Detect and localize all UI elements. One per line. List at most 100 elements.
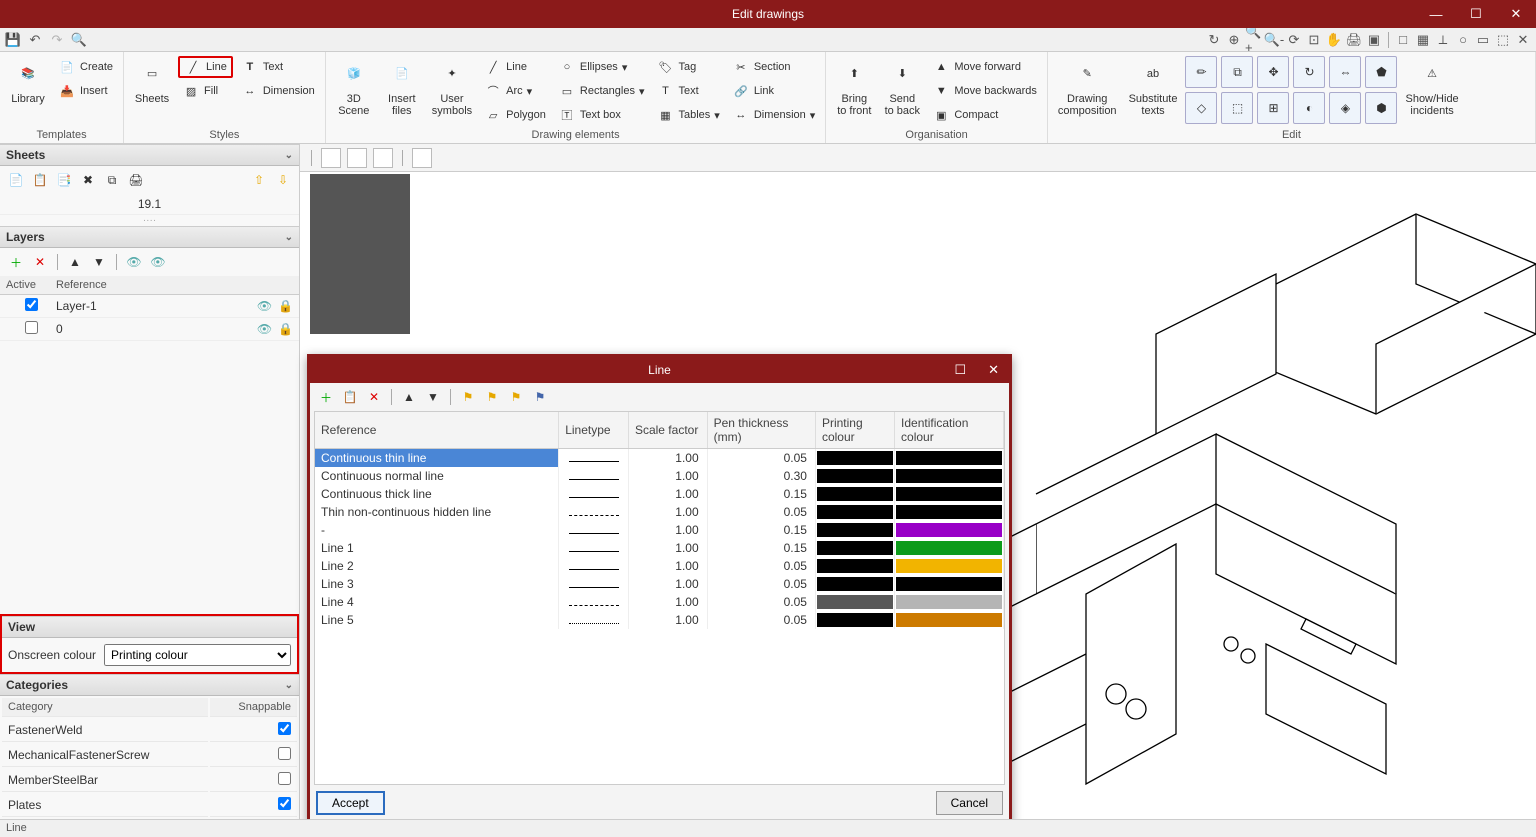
flag-icon[interactable]: ⚑ [506, 387, 526, 407]
sheet-tool-icon[interactable]: 🖨 [126, 170, 146, 190]
sheets-panel-header[interactable]: Sheets⌄ [0, 144, 299, 166]
insert-button[interactable]: 📥Insert [54, 80, 117, 102]
printing-colour-cell[interactable] [815, 521, 894, 539]
view-icon[interactable]: ▦ [1414, 31, 1432, 49]
maximize-button[interactable]: ☐ [1456, 0, 1496, 28]
polygon-tool-button[interactable]: ▱Polygon [480, 104, 550, 126]
send-back-button[interactable]: ⬇Send to back [880, 56, 924, 126]
edit-tool-icon[interactable]: ⇔ [1329, 56, 1361, 88]
pen-cell[interactable]: 0.05 [707, 575, 815, 593]
linetype-cell[interactable] [559, 521, 629, 539]
identification-colour-cell[interactable] [895, 575, 1004, 593]
zoom-fit-icon[interactable]: ⊡ [1305, 31, 1323, 49]
column-header[interactable]: Identification colour [895, 412, 1004, 449]
layer-active-checkbox[interactable] [25, 298, 38, 311]
identification-colour-cell[interactable] [895, 611, 1004, 629]
copy-icon[interactable]: 📋 [340, 387, 360, 407]
refresh-icon[interactable]: ⟳ [1285, 31, 1303, 49]
search-icon[interactable]: 🔍 [70, 31, 88, 49]
pen-cell[interactable]: 0.05 [707, 611, 815, 629]
line-style-row[interactable]: - 1.00 0.15 [315, 521, 1004, 539]
move-forward-button[interactable]: ▲Move forward [928, 56, 1041, 78]
identification-colour-cell[interactable] [895, 539, 1004, 557]
dialog-maximize-button[interactable]: ☐ [948, 362, 972, 378]
line-style-row[interactable]: Line 1 1.00 0.15 [315, 539, 1004, 557]
line-style-row[interactable]: Line 4 1.00 0.05 [315, 593, 1004, 611]
column-header[interactable]: Printing colour [815, 412, 894, 449]
view-icon[interactable]: ⬚ [1494, 31, 1512, 49]
pan-icon[interactable]: ✋ [1325, 31, 1343, 49]
pen-cell[interactable]: 0.15 [707, 521, 815, 539]
minimize-button[interactable]: — [1416, 0, 1456, 28]
flag-icon[interactable]: ⚑ [458, 387, 478, 407]
canvas-tool-icon[interactable] [373, 148, 393, 168]
window-icon[interactable]: ▣ [1365, 31, 1383, 49]
linetype-cell[interactable] [559, 503, 629, 521]
linetype-cell[interactable] [559, 485, 629, 503]
up-icon[interactable]: ▲ [65, 252, 85, 272]
printing-colour-cell[interactable] [815, 593, 894, 611]
sheet-tool-icon[interactable]: ⧉ [102, 170, 122, 190]
category-row[interactable]: Plates [2, 794, 297, 817]
ellipses-tool-button[interactable]: ○Ellipses ▾ [554, 56, 649, 78]
view-icon[interactable]: ✕ [1514, 31, 1532, 49]
3d-scene-button[interactable]: 🧊3D Scene [332, 56, 376, 126]
layer-row[interactable]: Layer-1 👁 🔒 [0, 295, 299, 318]
linetype-cell[interactable] [559, 467, 629, 485]
tool-icon[interactable]: ⊕ [1225, 31, 1243, 49]
line-style-button[interactable]: ╱ Line [178, 56, 233, 78]
identification-colour-cell[interactable] [895, 521, 1004, 539]
edit-tool-icon[interactable]: ↻ [1293, 56, 1325, 88]
dimension-style-button[interactable]: ↔ Dimension [237, 80, 319, 102]
visibility-icon[interactable]: 👁 [148, 252, 168, 272]
edit-tool-icon[interactable]: ✥ [1257, 56, 1289, 88]
snappable-checkbox[interactable] [278, 747, 291, 760]
column-header[interactable]: Scale factor [628, 412, 707, 449]
edit-tool-icon[interactable]: ⬢ [1365, 92, 1397, 124]
layer-row[interactable]: 0 👁 🔒 [0, 318, 299, 341]
cancel-button[interactable]: Cancel [936, 791, 1003, 815]
tag-tool-button[interactable]: 🏷Tag [652, 56, 723, 78]
identification-colour-cell[interactable] [895, 593, 1004, 611]
snappable-checkbox[interactable] [278, 722, 291, 735]
identification-colour-cell[interactable] [895, 449, 1004, 468]
line-tool-button[interactable]: ╱Line [480, 56, 550, 78]
line-style-row[interactable]: Thin non-continuous hidden line 1.00 0.0… [315, 503, 1004, 521]
fill-style-button[interactable]: ▨ Fill [178, 80, 233, 102]
add-icon[interactable]: ＋ [316, 387, 336, 407]
flag-icon[interactable]: ⚑ [482, 387, 502, 407]
sheet-current-row[interactable]: 19.1 [0, 194, 299, 215]
printing-colour-cell[interactable] [815, 611, 894, 629]
drawing-composition-button[interactable]: ✎Drawing composition [1054, 56, 1121, 126]
text-tool-button[interactable]: TText [652, 80, 723, 102]
substitute-texts-button[interactable]: abSubstitute texts [1125, 56, 1182, 126]
edit-tool-icon[interactable]: ✏ [1185, 56, 1217, 88]
delete-layer-icon[interactable]: ✕ [30, 252, 50, 272]
close-button[interactable]: ✕ [1496, 0, 1536, 28]
scale-cell[interactable]: 1.00 [628, 503, 707, 521]
linetype-cell[interactable] [559, 611, 629, 629]
textbox-tool-button[interactable]: 🅃Text box [554, 104, 649, 126]
line-style-row[interactable]: Continuous thin line 1.00 0.05 [315, 449, 1004, 468]
visibility-icon[interactable]: 👁 [257, 299, 272, 313]
edit-tool-icon[interactable]: ⊞ [1257, 92, 1289, 124]
view-icon[interactable]: ○ [1454, 31, 1472, 49]
linetype-cell[interactable] [559, 557, 629, 575]
pen-cell[interactable]: 0.05 [707, 557, 815, 575]
pen-cell[interactable]: 0.15 [707, 539, 815, 557]
linetype-cell[interactable] [559, 575, 629, 593]
dimension-tool-button[interactable]: ↔Dimension ▾ [728, 104, 820, 126]
printing-colour-cell[interactable] [815, 467, 894, 485]
down-icon[interactable]: ▼ [423, 387, 443, 407]
section-tool-button[interactable]: ✂Section [728, 56, 820, 78]
printing-colour-cell[interactable] [815, 575, 894, 593]
user-symbols-button[interactable]: ✦User symbols [428, 56, 476, 126]
sheet-tool-icon[interactable]: 📋 [30, 170, 50, 190]
printing-colour-cell[interactable] [815, 539, 894, 557]
line-style-row[interactable]: Continuous thick line 1.00 0.15 [315, 485, 1004, 503]
view-icon[interactable]: □ [1394, 31, 1412, 49]
pen-cell[interactable]: 0.05 [707, 503, 815, 521]
text-style-button[interactable]: T Text [237, 56, 319, 78]
flag-icon[interactable]: ⚑ [530, 387, 550, 407]
category-row[interactable]: MechanicalFastenerScrew [2, 744, 297, 767]
